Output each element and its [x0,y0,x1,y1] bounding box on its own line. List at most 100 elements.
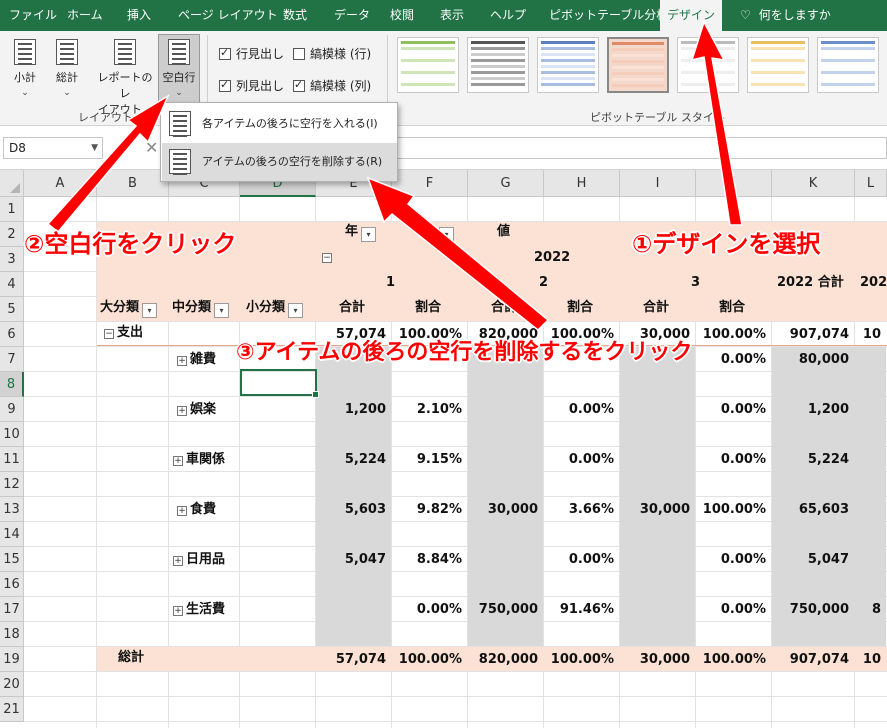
banded-rows-label: 縞模様 (行) [310,47,372,61]
row-header-7[interactable]: 7 [0,347,24,372]
row-header-20[interactable]: 20 [0,672,24,697]
row-header-3[interactable]: 3 [0,247,24,272]
row-header-6[interactable]: 6 [0,322,24,347]
column-header-j[interactable]: J [696,170,772,197]
pivot-major-field[interactable]: 大分類 ▾ [100,297,158,319]
pivot-item-row-label[interactable]: + 生活費 [173,599,225,621]
select-all-corner[interactable] [0,170,24,197]
chevron-down-icon[interactable]: ▾ [214,303,230,318]
tab-home[interactable]: ホーム [67,0,103,31]
row-header-5[interactable]: 5 [0,297,24,322]
expand-icon[interactable]: + [173,606,183,616]
blank-rows-label: 空白行 [162,71,196,84]
pivot-style-swatch[interactable] [397,37,459,93]
menu-item-remove-blank-line[interactable]: アイテムの後ろの空行を削除する(R) [162,143,397,181]
row-header-21[interactable]: 21 [0,697,24,722]
column-header-g[interactable]: G [468,170,544,197]
pivot-style-swatch[interactable] [467,37,529,93]
pivot-style-group-label: ピボットテーブル スタイル [590,111,725,124]
column-header-k[interactable]: K [772,170,855,197]
col-headers-checkbox[interactable]: 列見出し [219,77,284,94]
column-header-h[interactable]: H [544,170,620,197]
expand-icon[interactable]: + [177,356,187,366]
column-header-l[interactable]: L [855,170,887,197]
gridline-row [24,446,887,447]
formula-input[interactable] [390,137,887,159]
pivot-year-2022: 2022 [534,250,571,265]
tab-view[interactable]: 表示 [440,0,464,31]
tab-page-layout[interactable]: ページ レイアウト [178,0,278,31]
tab-design[interactable]: デザイン [660,0,722,31]
row-header-12[interactable]: 12 [0,472,24,497]
pivot-grand-total-value: 57,074 [335,652,386,667]
pivot-mid-field[interactable]: 中分類 ▾ [172,297,230,319]
pivot-item-row-label[interactable]: + 雑費 [177,349,216,371]
pivot-item-row-label[interactable]: + 車関係 [173,449,225,471]
expand-icon[interactable]: + [173,556,183,566]
pivot-total-header-cut: 202 [860,275,887,290]
menu-item-insert-blank-line[interactable]: 各アイテムの後ろに空行を入れる(I) [162,105,397,143]
tab-formulas[interactable]: 数式 [283,0,307,31]
filter-icon[interactable]: ▾ [142,303,158,318]
pivot-style-swatch[interactable] [817,37,879,93]
pivot-item-row-label[interactable]: + 食費 [177,499,216,521]
close-icon[interactable]: ✕ [145,138,158,157]
subtotal-button[interactable]: 小計 ⌄ [8,39,42,109]
row-header-8[interactable]: 8 [0,372,24,397]
pivot-item-row-label[interactable]: + 日用品 [173,549,225,571]
row-header-11[interactable]: 11 [0,447,24,472]
tab-pivot-analyze[interactable]: ピボットテーブル分析 [549,0,668,31]
tab-review[interactable]: 校閲 [390,0,414,31]
row-header-2[interactable]: 2 [0,222,24,247]
tab-insert[interactable]: 挿入 [127,0,151,31]
column-header-f[interactable]: F [392,170,468,197]
collapse-icon[interactable]: − [322,246,335,268]
row-header-16[interactable]: 16 [0,572,24,597]
tell-me-box[interactable]: ♡ 何をしますか [740,0,831,31]
row-header-4[interactable]: 4 [0,272,24,297]
pivot-month-field[interactable]: 月 ▾ [423,221,455,243]
row-header-18[interactable]: 18 [0,622,24,647]
collapse-icon[interactable]: − [104,329,114,339]
pivot-style-swatch[interactable] [677,37,739,93]
tab-file[interactable]: ファイル [9,0,57,31]
column-header-i[interactable]: I [620,170,696,197]
chevron-down-icon[interactable]: ▼ [91,138,98,158]
pivot-year-field[interactable]: 年 ▾ [345,221,377,243]
row-header-10[interactable]: 10 [0,422,24,447]
pivot-style-swatch[interactable] [747,37,809,93]
banded-cols-checkbox[interactable]: 縞模様 (列) [293,77,371,94]
row-header-9[interactable]: 9 [0,397,24,422]
pivot-sum-header: 合計 [643,300,670,315]
column-header-b[interactable]: B [97,170,169,197]
pivot-item-row-label[interactable]: + 娯楽 [177,399,216,421]
pivot-minor-field[interactable]: 小分類 ▾ [246,297,304,319]
active-cell-d8[interactable] [240,369,319,398]
blank-rows-button[interactable]: 空白行 ⌄ [158,34,200,104]
grand-total-button[interactable]: 総計 ⌄ [50,39,84,109]
row-header-19[interactable]: 19 [0,647,24,672]
expand-icon[interactable]: + [173,456,183,466]
tell-me-label: 何をしますか [758,8,831,22]
row-header-13[interactable]: 13 [0,497,24,522]
row-header-14[interactable]: 14 [0,522,24,547]
pivot-style-swatch[interactable] [537,37,599,93]
row-header-17[interactable]: 17 [0,597,24,622]
report-layout-button[interactable]: レポートのレ イアウト ⌄ [94,39,156,116]
pivot-style-swatch-selected[interactable] [607,37,669,93]
row-headers-checkbox[interactable]: 行見出し [219,45,284,62]
chevron-down-icon[interactable]: ▾ [288,303,304,318]
name-box[interactable]: D8 ▼ [3,137,103,159]
expand-icon[interactable]: + [177,506,187,516]
tab-data[interactable]: データ [334,0,370,31]
row-header-1[interactable]: 1 [0,197,24,222]
pivot-expense-row-label[interactable]: − 支出 [104,322,143,344]
chevron-down-icon[interactable]: ▾ [439,227,455,242]
banded-rows-checkbox[interactable]: 縞模様 (行) [293,45,371,62]
row-header-15[interactable]: 15 [0,547,24,572]
tab-help[interactable]: ヘルプ [490,0,526,31]
pivot-ratio-header: 割合 [415,300,442,315]
filter-icon[interactable]: ▾ [361,227,377,242]
column-header-a[interactable]: A [24,170,97,197]
expand-icon[interactable]: + [177,406,187,416]
